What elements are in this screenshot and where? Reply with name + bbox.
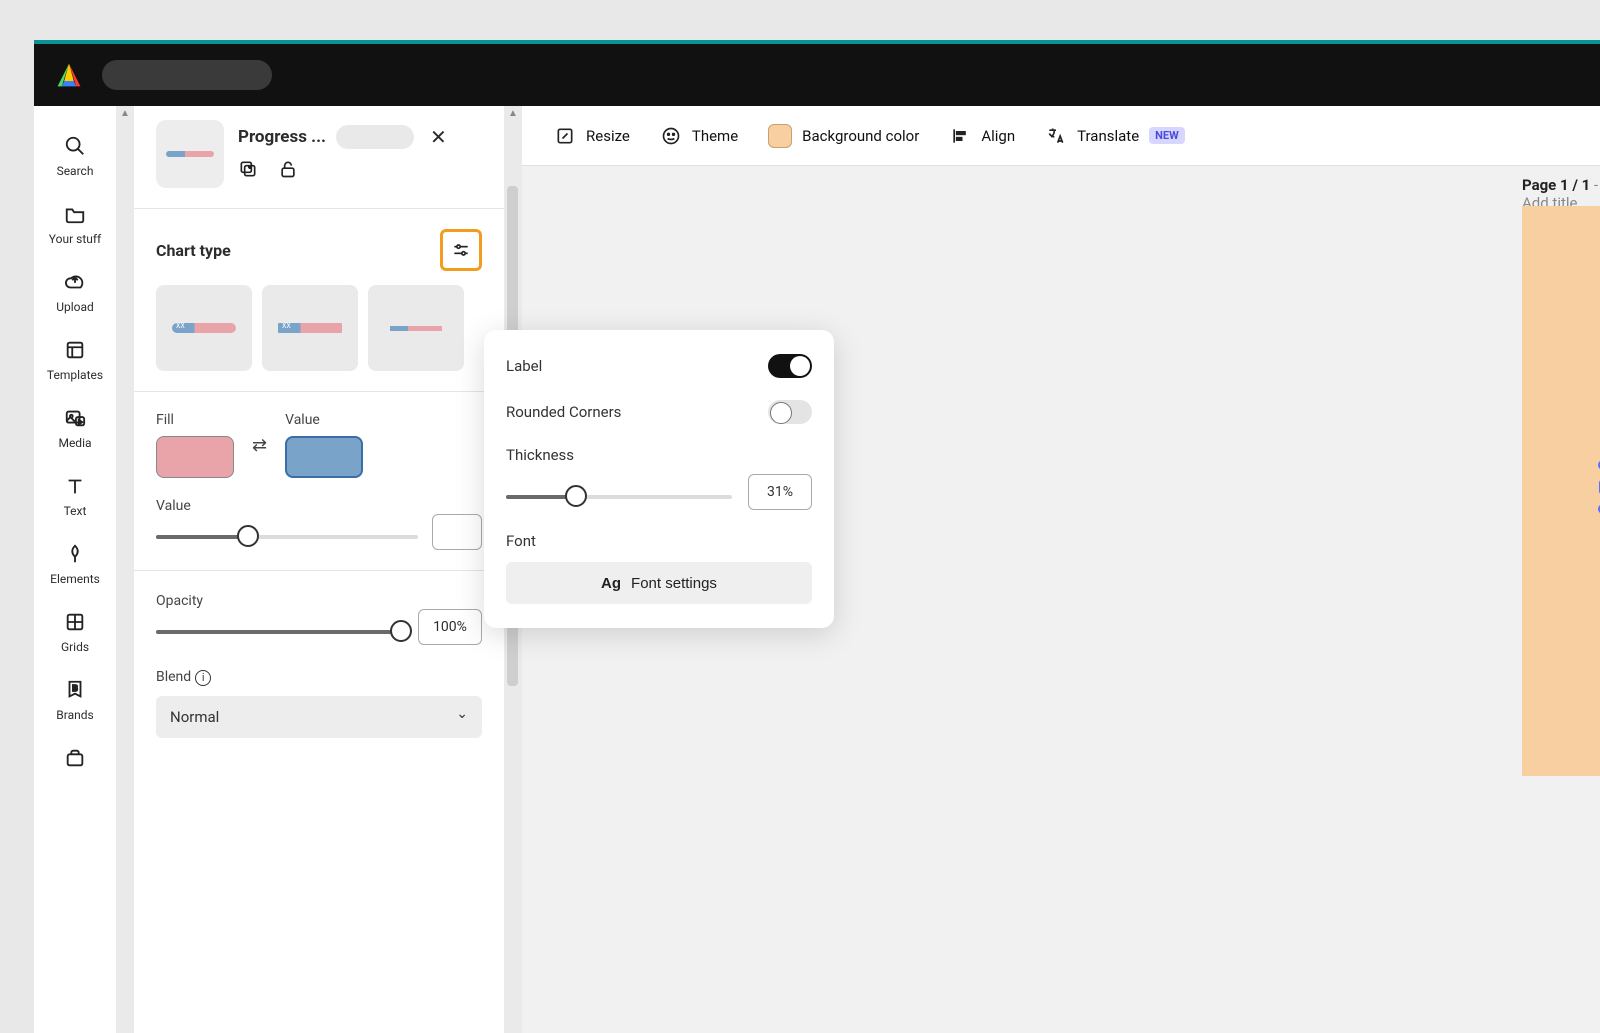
rail-grids[interactable]: Grids [34, 600, 116, 664]
popover-label-text: Label [506, 357, 542, 375]
selection-title: Progress ... [238, 127, 326, 147]
rail-label: Your stuff [49, 232, 101, 246]
context-toolbar: Resize Theme Background color Align [522, 106, 1600, 166]
popover-rounded-text: Rounded Corners [506, 403, 621, 421]
rail-addons[interactable] [34, 736, 116, 780]
font-settings-button[interactable]: AgFont settings [506, 562, 812, 604]
resize-button[interactable]: Resize [554, 125, 630, 147]
rail-brands[interactable]: B Brands [34, 668, 116, 732]
chart-type-settings-button[interactable] [440, 229, 482, 271]
duplicate-icon[interactable] [238, 159, 258, 184]
thickness-slider[interactable] [506, 485, 732, 509]
rail-label: Grids [61, 640, 89, 654]
media-icon [63, 406, 87, 430]
value-slider-label: Value [156, 498, 191, 514]
theme-label: Theme [692, 127, 738, 145]
rounded-toggle[interactable] [768, 400, 812, 424]
addon-icon [63, 746, 87, 770]
rail-templates[interactable]: Templates [34, 328, 116, 392]
theme-icon [660, 125, 682, 147]
label-toggle[interactable] [768, 354, 812, 378]
close-icon[interactable]: ✕ [430, 125, 447, 149]
grids-icon [63, 610, 87, 634]
rail-upload[interactable]: Upload [34, 260, 116, 324]
svg-text:B: B [72, 684, 77, 694]
align-icon [949, 125, 971, 147]
rail-label: Brands [56, 708, 93, 722]
chart-type-option[interactable]: XX [156, 285, 252, 371]
fill-label: Fill [156, 412, 234, 428]
app-logo [54, 60, 84, 90]
theme-button[interactable]: Theme [660, 125, 738, 147]
translate-label: Translate [1077, 127, 1139, 145]
topbar-search[interactable] [102, 60, 272, 90]
info-icon[interactable]: i [195, 670, 211, 686]
brands-icon: B [63, 678, 87, 702]
value-input[interactable] [432, 514, 482, 550]
rail-elements[interactable]: Elements [34, 532, 116, 596]
blend-label: Blendi [156, 669, 211, 685]
popover-font-text: Font [506, 532, 536, 550]
align-label: Align [981, 127, 1015, 145]
upload-icon [63, 270, 87, 294]
opacity-input[interactable]: 100% [418, 609, 482, 645]
text-icon [63, 474, 87, 498]
opacity-label: Opacity [156, 593, 203, 609]
resize-icon [554, 125, 576, 147]
chart-type-option[interactable] [368, 285, 464, 371]
chart-type-option[interactable]: XX [262, 285, 358, 371]
blend-select[interactable]: Normal [156, 696, 482, 738]
selection-thumb [156, 120, 224, 188]
artboard[interactable]: 35% [1522, 206, 1600, 776]
scrollbar-left[interactable]: ▲ [116, 106, 134, 1033]
resize-label: Resize [586, 127, 630, 145]
folder-icon [63, 202, 87, 226]
new-badge: NEW [1149, 127, 1185, 144]
translate-button[interactable]: Translate NEW [1045, 125, 1185, 147]
value-slider[interactable] [156, 525, 418, 549]
bgcolor-swatch-icon [768, 124, 792, 148]
thickness-input[interactable]: 31% [748, 474, 812, 510]
rail-label: Media [58, 436, 91, 450]
elements-icon [63, 542, 87, 566]
value-label: Value [285, 412, 363, 428]
bgcolor-label: Background color [802, 127, 919, 145]
lock-icon[interactable] [278, 159, 298, 184]
templates-icon [63, 338, 87, 362]
rail-label: Search [57, 164, 94, 178]
rail-label: Upload [56, 300, 94, 314]
rail-label: Templates [47, 368, 103, 382]
translate-icon [1045, 125, 1067, 147]
rail-text[interactable]: Text [34, 464, 116, 528]
chart-settings-popover: Label Rounded Corners Thickness 31% Font… [484, 330, 834, 628]
rail-label: Elements [50, 572, 100, 586]
rail-your-stuff[interactable]: Your stuff [34, 192, 116, 256]
rail-search[interactable]: Search [34, 124, 116, 188]
topbar [34, 44, 1600, 106]
left-rail: Search Your stuff Upload Templates [34, 106, 116, 1033]
value-color-swatch[interactable] [285, 436, 363, 478]
popover-thickness-text: Thickness [506, 446, 574, 464]
rail-media[interactable]: Media [34, 396, 116, 460]
rail-label: Text [64, 504, 87, 518]
bgcolor-button[interactable]: Background color [768, 124, 919, 148]
title-pill[interactable] [336, 125, 414, 149]
opacity-slider[interactable] [156, 620, 404, 644]
swap-icon[interactable]: ⇄ [252, 435, 267, 456]
fill-color-swatch[interactable] [156, 436, 234, 478]
chart-type-heading: Chart type [156, 241, 231, 260]
align-button[interactable]: Align [949, 125, 1015, 147]
properties-panel: Progress ... ✕ [134, 106, 504, 1033]
search-icon [63, 134, 87, 158]
